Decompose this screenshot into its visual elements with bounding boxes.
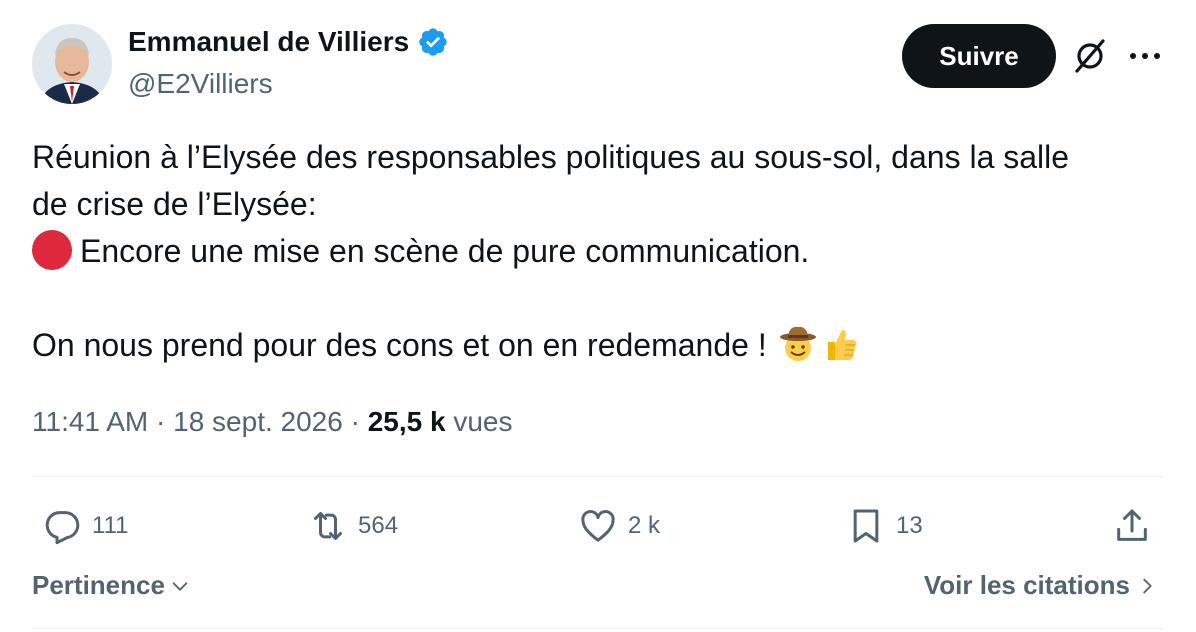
chevron-right-icon (1143, 578, 1152, 593)
tweet-line: de crise de l’Elysée: (32, 186, 317, 222)
separator: · (148, 406, 174, 437)
more-options-icon[interactable] (1128, 44, 1162, 68)
verified-badge-icon (419, 28, 447, 56)
share-button[interactable] (1112, 504, 1152, 548)
tweet-page: Emmanuel de Villiers @E2Villiers Suivre … (0, 0, 1196, 632)
tweet-line-text: Encore une mise en scène de pure communi… (80, 233, 810, 269)
separator: · (342, 406, 368, 437)
share-icon (1117, 509, 1147, 541)
views-count[interactable]: 25,5 k (368, 406, 446, 437)
follow-button[interactable]: Suivre (902, 24, 1056, 88)
tweet-text: Réunion à l’Elysée des responsables poli… (32, 134, 1172, 369)
tweet-line-text: On nous prend pour des cons et on en red… (32, 327, 767, 363)
like-button[interactable]: 2 k (578, 504, 660, 548)
bookmark-button[interactable]: 13 (846, 504, 923, 548)
author-name-row[interactable]: Emmanuel de Villiers (128, 26, 449, 58)
grok-icon[interactable] (1072, 38, 1108, 74)
red-circle-emoji-icon (32, 230, 72, 270)
tweet-line: Encore une mise en scène de pure communi… (32, 228, 1172, 275)
view-quotes-link[interactable]: Voir les citations (924, 570, 1158, 601)
bookmark-icon (853, 509, 879, 543)
reply-button[interactable]: 111 (42, 504, 128, 548)
tweet-line: Réunion à l’Elysée des responsables poli… (32, 139, 1070, 175)
chevron-down-icon (172, 581, 188, 591)
reply-count: 111 (92, 512, 129, 539)
divider (32, 476, 1164, 477)
repost-icon (314, 512, 342, 540)
heart-icon (581, 510, 615, 542)
repost-count: 564 (358, 512, 399, 539)
tweet-time[interactable]: 11:41 AM (32, 406, 148, 437)
view-quotes-label: Voir les citations (923, 570, 1130, 600)
cowboy-emoji-icon (779, 326, 816, 361)
like-count: 2 k (628, 512, 661, 539)
tweet-line: On nous prend pour des cons et on en red… (32, 322, 1172, 369)
avatar-image (32, 24, 112, 104)
tweet-meta: 11:41 AM · 18 sept. 2026 · 25,5 k vues (32, 406, 513, 438)
sort-label: Pertinence (32, 570, 165, 600)
avatar[interactable] (32, 24, 112, 104)
reply-icon (45, 511, 80, 545)
divider (32, 628, 1164, 629)
thumbs-up-emoji-icon (827, 329, 856, 360)
bookmark-count: 13 (896, 512, 923, 539)
author-name[interactable]: Emmanuel de Villiers (128, 26, 409, 58)
repost-button[interactable]: 564 (308, 504, 398, 548)
author-handle[interactable]: @E2Villiers (128, 68, 273, 100)
views-label: vues (445, 406, 513, 437)
tweet-date[interactable]: 18 sept. 2026 (173, 406, 343, 437)
sort-dropdown[interactable]: Pertinence (32, 570, 191, 601)
